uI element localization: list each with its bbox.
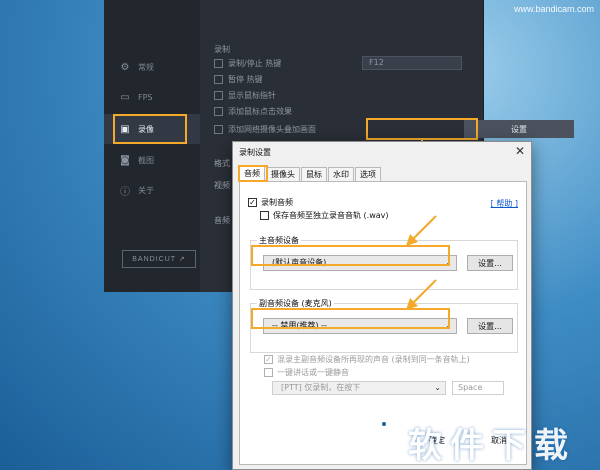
checkbox-label: 混录主副音频设备所再现的声音 (录制到同一条音轨上) [277, 355, 470, 364]
secondary-settings-button[interactable]: 设置... [467, 318, 513, 334]
tab-options[interactable]: 选项 [355, 167, 381, 181]
chevron-down-icon: ⌄ [434, 383, 441, 392]
highlight-video-item [113, 114, 187, 144]
dragon-logo-icon [353, 417, 398, 460]
annotation-arrow-icon [406, 279, 437, 310]
bandicut-logo[interactable]: BANDICUT ↗ [122, 250, 196, 268]
tab-webcam[interactable]: 摄像头 [266, 167, 300, 181]
sidebar-item-label: 关于 [138, 185, 154, 195]
video-label: 视频 [214, 181, 230, 190]
close-icon[interactable]: ✕ [515, 144, 525, 158]
camera-icon: ◙ [120, 154, 130, 166]
checkbox-icon [260, 211, 269, 220]
checkbox-icon [214, 91, 223, 100]
audio-label: 音频 [214, 216, 230, 225]
sidebar-item-general[interactable]: ⚙ 常规 [104, 52, 200, 82]
option-label: 添加网络摄像头叠加画面 [228, 125, 316, 134]
sidebar-item-screenshot[interactable]: ◙ 截图 [104, 145, 200, 175]
checkbox-label: 保存音频至独立录音音轨 (.wav) [273, 211, 389, 220]
check-icon: ✓ [248, 198, 257, 207]
ptt-key-input[interactable]: Space [452, 381, 504, 395]
annotation-arrow-icon [406, 215, 437, 246]
option-label: 添加鼠标点击效果 [228, 107, 292, 116]
sidebar-item-about[interactable]: ⓘ 关于 [104, 175, 200, 205]
highlight-primary-device [251, 245, 450, 266]
select-value: [PTT] 仅录制，在按下 [281, 383, 361, 392]
sidebar: ⚙ 常规 ▭ FPS ▣ 录像 ◙ 截图 ⓘ 关于 BANDICUT ↗ [104, 0, 200, 292]
checkbox-icon [214, 75, 223, 84]
section-title: 录制 [214, 45, 230, 54]
option-click-effect[interactable]: 添加鼠标点击效果 [214, 106, 292, 117]
record-audio-checkbox[interactable]: ✓ 录制音频 [248, 197, 293, 208]
tab-mouse[interactable]: 鼠标 [301, 167, 327, 181]
option-show-cursor[interactable]: 显示鼠标指针 [214, 90, 276, 101]
highlight-audio-tab [238, 165, 268, 182]
primary-settings-button[interactable]: 设置... [467, 255, 513, 271]
fps-icon: ▭ [120, 91, 130, 103]
option-record-hotkey[interactable]: 录制/停止 热键 [214, 58, 281, 69]
help-link[interactable]: [ 帮助 ] [491, 198, 518, 209]
save-separate-track-checkbox[interactable]: 保存音频至独立录音音轨 (.wav) [260, 210, 389, 221]
check-icon: ✓ [264, 355, 273, 364]
sidebar-item-label: 截图 [138, 155, 154, 165]
hotkey-input[interactable]: F12 [362, 56, 462, 70]
option-webcam-overlay[interactable]: 添加网络摄像头叠加画面 [214, 124, 316, 135]
sidebar-item-label: FPS [138, 92, 153, 102]
site-watermark: 软件下载 [408, 426, 576, 466]
option-pause-hotkey[interactable]: 暂停 热键 [214, 74, 263, 85]
option-label: 录制/停止 热键 [228, 59, 282, 68]
sidebar-item-label: 常规 [138, 62, 154, 72]
checkbox-icon [264, 368, 273, 377]
option-label: 暂停 热键 [228, 75, 263, 84]
watermark-url: www.bandicam.com [513, 4, 594, 14]
highlight-settings-button [366, 118, 478, 140]
checkbox-label: 一键讲话或一键静音 [277, 368, 349, 377]
checkbox-icon [214, 107, 223, 116]
format-label: 格式 [214, 159, 230, 168]
checkbox-icon [214, 125, 223, 134]
ptt-mode-select[interactable]: [PTT] 仅录制，在按下 ⌄ [272, 381, 446, 395]
checkbox-icon [214, 59, 223, 68]
gear-icon: ⚙ [120, 61, 130, 73]
push-to-talk-checkbox[interactable]: 一键讲话或一键静音 [264, 367, 349, 378]
sidebar-item-fps[interactable]: ▭ FPS [104, 82, 200, 112]
info-icon: ⓘ [120, 186, 130, 198]
mix-audio-checkbox[interactable]: ✓ 混录主副音频设备所再现的声音 (录制到同一条音轨上) [264, 354, 470, 365]
settings-button[interactable]: 设置 [464, 120, 574, 138]
tab-watermark[interactable]: 水印 [328, 167, 354, 181]
option-label: 显示鼠标指针 [228, 91, 276, 100]
dialog-title: 录制设置 [239, 148, 271, 157]
checkbox-label: 录制音频 [261, 198, 293, 207]
